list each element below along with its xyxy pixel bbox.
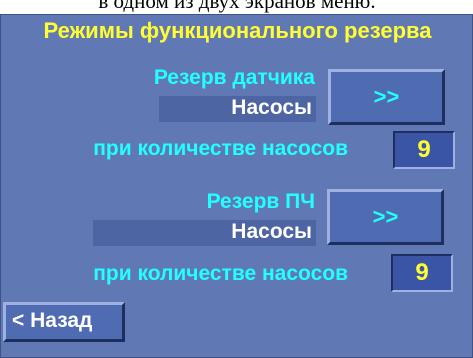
sensor-reserve-value-field: Насосы — [159, 96, 316, 122]
fc-pump-count-label: при количестве насосов — [93, 262, 348, 285]
fc-reserve-value-field: Насосы — [93, 220, 316, 246]
sensor-pump-count-label: при количестве насосов — [93, 137, 348, 160]
fc-reserve-button-label: >> — [372, 204, 399, 229]
fc-reserve-label: Резерв ПЧ — [206, 190, 315, 213]
sensor-pump-count-value[interactable]: 9 — [393, 131, 455, 169]
sensor-reserve-button-label: >> — [373, 84, 400, 109]
fc-pump-count-value[interactable]: 9 — [391, 254, 453, 292]
screen-title: Режимы функционального резерва — [43, 18, 432, 43]
back-button[interactable]: < Назад — [3, 302, 125, 342]
sensor-reserve-select-button[interactable]: >> — [328, 69, 445, 125]
sensor-reserve-label: Резерв датчика — [153, 66, 315, 89]
document-caption: в одном из двух экранов меню. — [98, 0, 376, 13]
fc-reserve-select-button[interactable]: >> — [327, 189, 444, 245]
